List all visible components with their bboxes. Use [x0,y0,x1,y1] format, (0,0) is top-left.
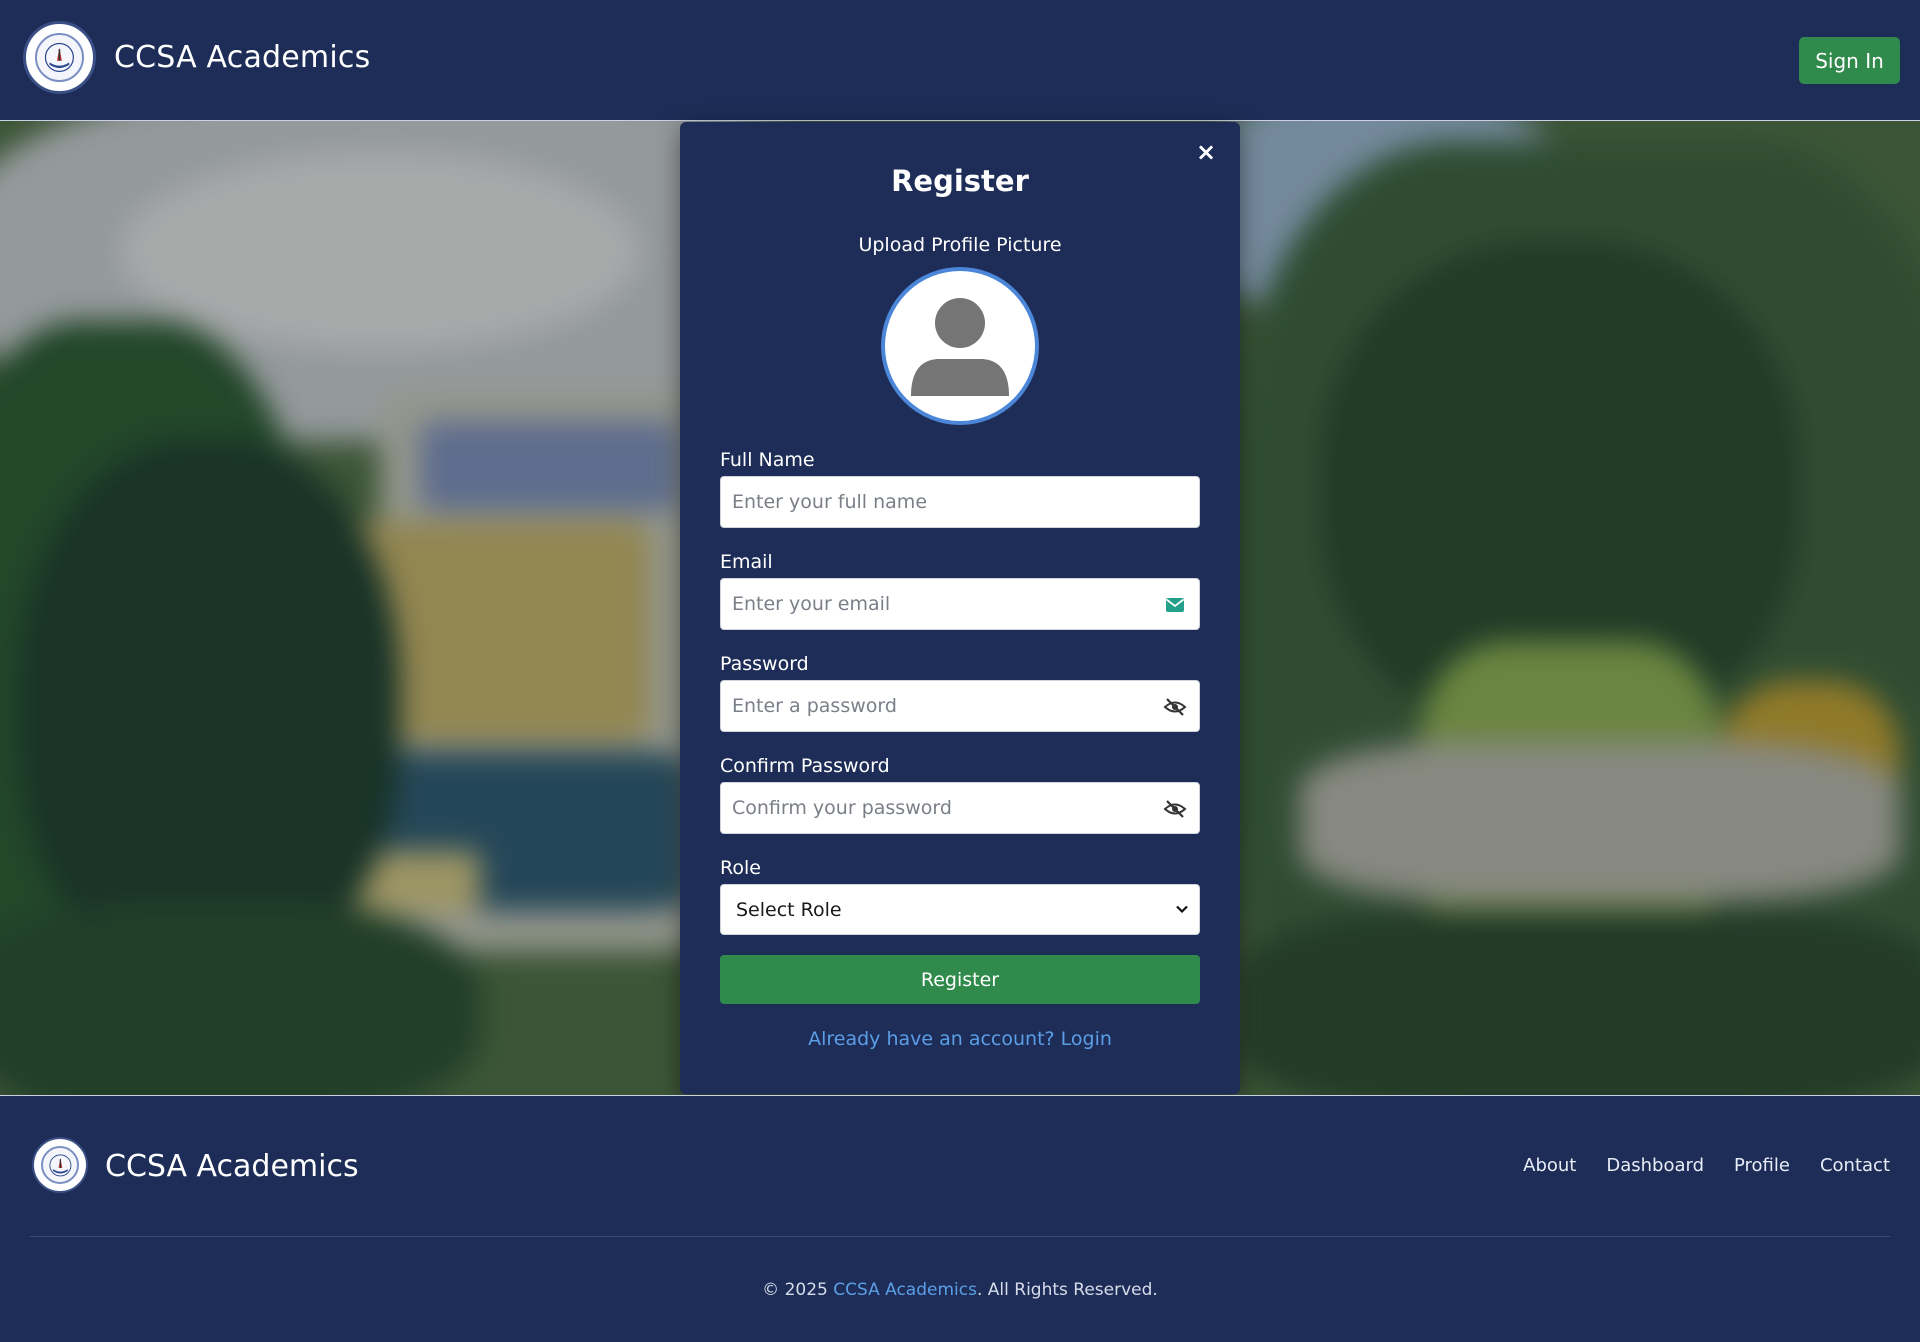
confirm-password-input[interactable] [721,783,1199,833]
password-input[interactable] [721,681,1199,731]
password-field[interactable] [720,680,1200,732]
footer-link-dashboard[interactable]: Dashboard [1606,1155,1704,1176]
site-footer: CCSA Academics About Dashboard Profile C… [0,1095,1920,1342]
upload-profile-label: Upload Profile Picture [858,234,1062,256]
register-button[interactable]: Register [720,955,1200,1004]
login-link[interactable]: Already have an account? Login [680,1028,1240,1050]
envelope-icon [1165,598,1185,612]
footer-link-profile[interactable]: Profile [1734,1155,1790,1176]
email-input[interactable] [721,579,1199,629]
footer-link-about[interactable]: About [1523,1155,1576,1176]
full-name-field[interactable] [720,476,1200,528]
confirm-password-label: Confirm Password [720,755,890,777]
modal-title: Register [891,164,1029,198]
university-logo[interactable] [23,21,96,94]
chevron-down-icon [1176,905,1188,914]
full-name-input[interactable] [721,477,1199,527]
role-select[interactable]: Select Role [720,884,1200,935]
footer-divider [30,1236,1890,1237]
copyright-brand-link[interactable]: CCSA Academics [833,1280,977,1300]
role-select-value: Select Role [736,899,842,921]
copyright-text: © 2025 CCSA Academics. All Rights Reserv… [0,1280,1920,1300]
eye-slash-icon[interactable] [1163,695,1187,719]
email-field[interactable] [720,578,1200,630]
footer-brand-title[interactable]: CCSA Academics [105,1149,359,1184]
brand-title[interactable]: CCSA Academics [114,40,370,75]
confirm-password-field[interactable] [720,782,1200,834]
profile-picture-upload[interactable] [881,267,1039,425]
sign-in-button[interactable]: Sign In [1799,37,1900,84]
emblem-icon [48,1153,72,1177]
copyright-prefix: © 2025 [762,1280,828,1300]
footer-logo[interactable] [32,1137,88,1193]
role-label: Role [720,857,761,879]
emblem-icon [44,42,75,73]
footer-link-contact[interactable]: Contact [1820,1155,1890,1176]
eye-slash-icon[interactable] [1163,797,1187,821]
top-navbar: CCSA Academics Sign In [0,0,1920,121]
footer-nav: About Dashboard Profile Contact [1523,1155,1890,1176]
user-avatar-icon [911,298,1009,396]
close-icon[interactable]: × [1192,138,1220,166]
full-name-label: Full Name [720,449,815,471]
email-label: Email [720,551,773,573]
logo-emblem [40,1145,80,1185]
register-modal: × Register Upload Profile Picture Full N… [680,122,1240,1094]
logo-emblem [34,32,85,83]
password-label: Password [720,653,809,675]
copyright-suffix: . All Rights Reserved. [976,1280,1158,1300]
